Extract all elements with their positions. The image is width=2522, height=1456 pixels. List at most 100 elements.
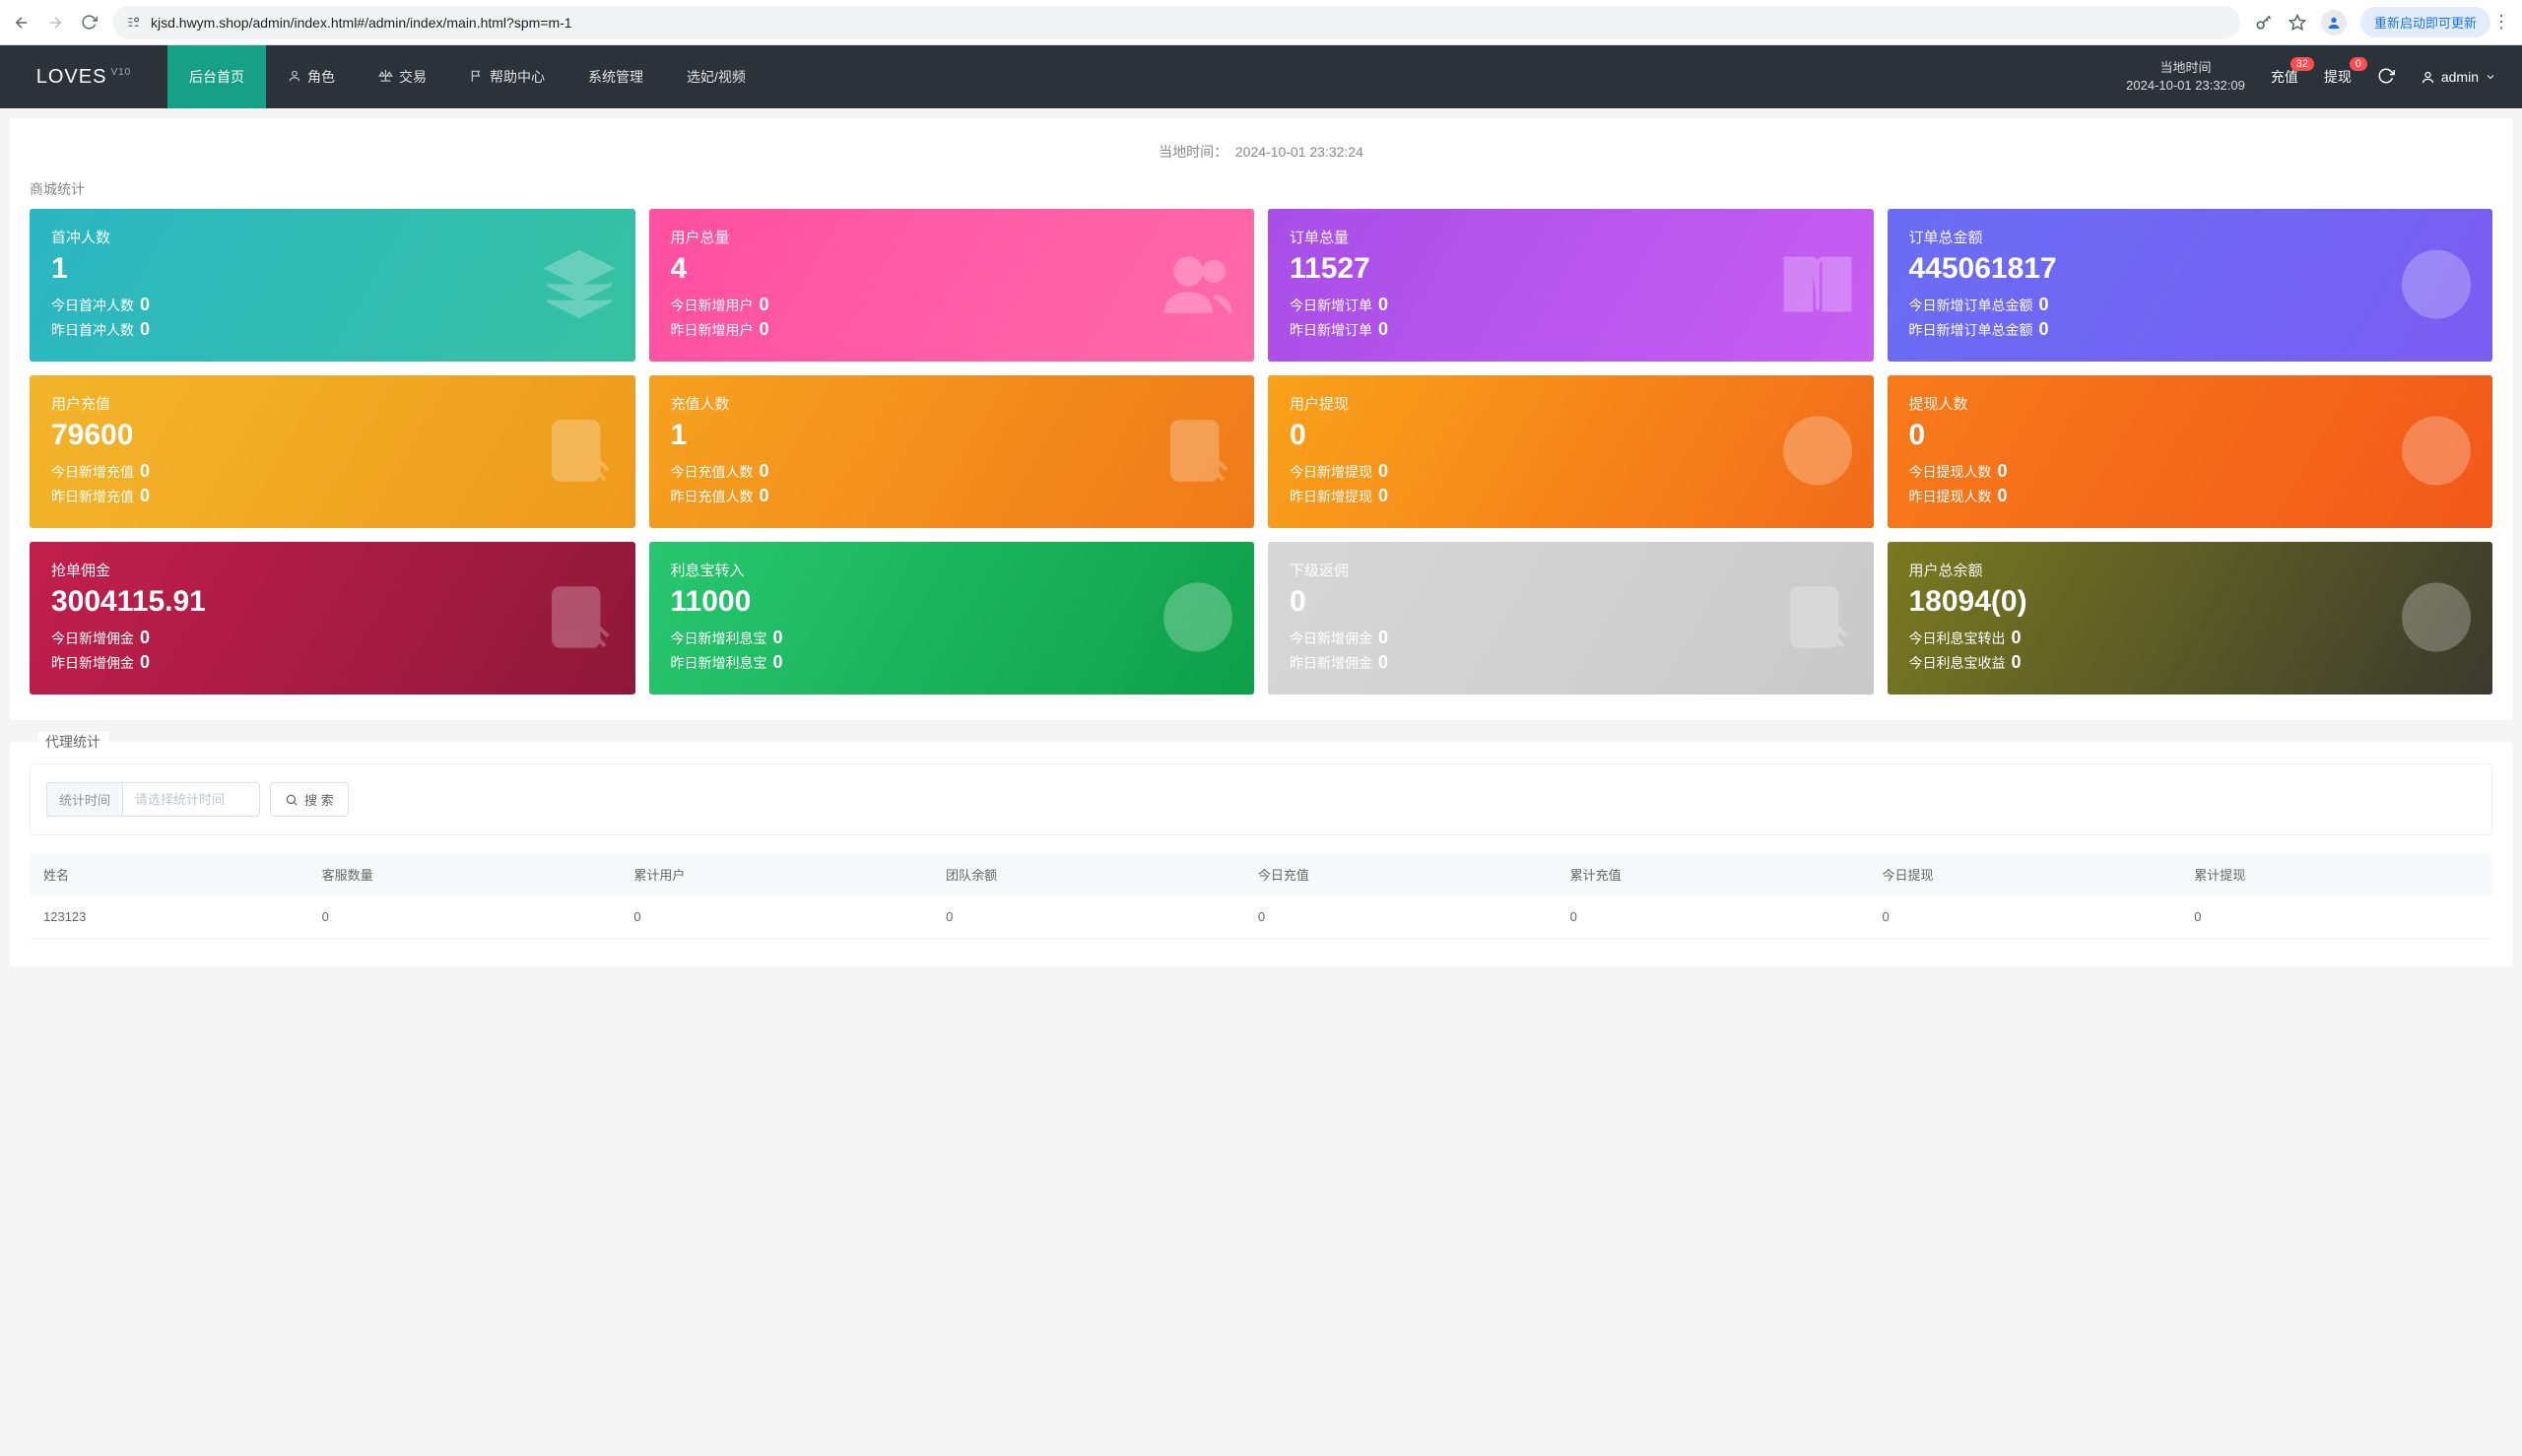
users-icon (1160, 245, 1236, 325)
card-value: 4 (671, 251, 1233, 287)
card-value: 1 (671, 418, 1233, 453)
nav-trade[interactable]: 交易 (357, 45, 448, 108)
back-button[interactable] (12, 13, 32, 33)
card-title: 首冲人数 (51, 227, 614, 247)
card-value: 1 (51, 251, 614, 287)
withdraw-badge: 0 (2350, 57, 2367, 71)
filter-label: 统计时间 (46, 782, 122, 817)
card-value: 0 (1290, 418, 1852, 453)
table-header: 累计用户 (620, 853, 932, 895)
browser-update-button[interactable]: 重新启动即可更新 (2360, 7, 2490, 37)
agent-panel: 代理统计 统计时间 搜 索 姓名客服数量累计用户团队余额今日充值累计充值今日提现… (10, 742, 2512, 966)
nav-withdraw[interactable]: 提现 0 (2324, 67, 2352, 87)
card-yesterday: 昨日新增订单总金额 0 (1909, 319, 2472, 340)
card-title: 用户总余额 (1909, 560, 2472, 580)
stat-card: 用户提现0今日新增提现 0昨日新增提现 0 (1268, 375, 1874, 528)
bookmark-star-icon[interactable] (2288, 13, 2307, 33)
nav-home[interactable]: 后台首页 (167, 45, 266, 108)
card-yesterday: 昨日新增利息宝 0 (671, 652, 1233, 673)
card-value: 445061817 (1909, 251, 2472, 287)
card-today: 今日新增订单 0 (1290, 295, 1852, 315)
table-cell: 0 (1244, 895, 1557, 939)
nav-refresh[interactable] (2377, 67, 2395, 88)
table-header: 客服数量 (308, 853, 621, 895)
local-time: 当地时间 2024-10-01 23:32:09 (2126, 59, 2245, 95)
nav-video[interactable]: 选妃/视频 (665, 45, 767, 108)
stat-card: 订单总量11527今日新增订单 0昨日新增订单 0 (1268, 209, 1874, 362)
nav-roles[interactable]: 角色 (266, 45, 357, 108)
user-menu[interactable]: admin (2421, 69, 2496, 85)
card-yesterday: 今日利息宝收益 0 (1909, 652, 2472, 673)
card-yesterday: 昨日充值人数 0 (671, 486, 1233, 506)
card-value: 11527 (1290, 251, 1852, 287)
nav-system[interactable]: 系统管理 (566, 45, 665, 108)
card-value: 0 (1290, 584, 1852, 620)
nav-recharge[interactable]: 充值 32 (2271, 67, 2298, 87)
stat-card: 下级返佣 0 今日新增佣金 0 昨日新增佣金 0 (1268, 542, 1874, 695)
card-value: 18094(0) (1909, 584, 2472, 620)
chrome-menu-icon[interactable]: ⋮ (2492, 12, 2510, 33)
card-yesterday: 昨日新增充值 0 (51, 486, 614, 506)
card-yesterday: 昨日新增佣金 0 (1290, 652, 1852, 673)
stat-card: 利息宝转入11000今日新增利息宝 0昨日新增利息宝 0 (649, 542, 1255, 695)
table-cell: 0 (1557, 895, 1869, 939)
table-cell: 123123 (30, 895, 308, 939)
table-cell: 0 (1868, 895, 2180, 939)
table-cell: 0 (308, 895, 621, 939)
recharge-badge: 32 (2290, 57, 2314, 71)
reload-button[interactable] (79, 13, 99, 33)
address-bar[interactable]: kjsd.hwym.shop/admin/index.html#/admin/i… (112, 6, 2240, 39)
book-icon (1779, 245, 1856, 325)
search-icon (285, 793, 299, 807)
table-cell: 0 (932, 895, 1244, 939)
table-cell: 0 (620, 895, 932, 939)
card-title: 下级返佣 (1290, 560, 1852, 580)
agent-table: 姓名客服数量累计用户团队余额今日充值累计充值今日提现累计提现 123123000… (30, 853, 2492, 939)
nav-help[interactable]: 帮助中心 (448, 45, 566, 108)
stats-panel: 当地时间： 2024-10-01 23:32:24 商城统计 首冲人数 1 今日首冲… (10, 118, 2512, 720)
table-header: 姓名 (30, 853, 308, 895)
card-value: 11000 (671, 584, 1233, 620)
stat-card: 用户总余额18094(0)今日利息宝转出 0今日利息宝收益 0 (1888, 542, 2493, 695)
password-key-icon[interactable] (2254, 13, 2274, 33)
stat-card: 订单总金额445061817今日新增订单总金额 0昨日新增订单总金额 0 (1888, 209, 2493, 362)
card-today: 今日新增提现 0 (1290, 461, 1852, 482)
layers-icon (541, 245, 618, 325)
url-text: kjsd.hwym.shop/admin/index.html#/admin/i… (151, 15, 572, 31)
doc-icon (541, 412, 618, 492)
table-row: 1231230000000 (30, 895, 2492, 939)
card-value: 3004115.91 (51, 584, 614, 620)
flag-icon (470, 69, 484, 86)
section-title: 商城统计 (30, 179, 2492, 199)
table-header: 累计充值 (1557, 853, 1869, 895)
stat-card: 用户总量4今日新增用户 0昨日新增用户 0 (649, 209, 1255, 362)
card-today: 今日新增佣金 0 (1290, 628, 1852, 648)
card-today: 今日新增充值 0 (51, 461, 614, 482)
yen-icon (2398, 245, 2475, 325)
user-icon (2421, 70, 2435, 85)
doc-icon (1160, 412, 1236, 492)
card-yesterday: 昨日新增提现 0 (1290, 486, 1852, 506)
stat-card: 用户充值79600今日新增充值 0昨日新增充值 0 (30, 375, 635, 528)
dollar-icon (1160, 578, 1236, 658)
search-button[interactable]: 搜 索 (270, 782, 349, 817)
page-time: 当地时间： 2024-10-01 23:32:24 (30, 142, 2492, 162)
stat-card: 首冲人数1今日首冲人数 0昨日首冲人数 0 (30, 209, 635, 362)
card-today: 今日提现人数 0 (1909, 461, 2472, 482)
stat-card: 抢单佣金3004115.91今日新增佣金 0昨日新增佣金 0 (30, 542, 635, 695)
doc-icon (541, 578, 618, 658)
table-header: 团队余额 (932, 853, 1244, 895)
table-header: 今日提现 (1868, 853, 2180, 895)
doc-icon (1779, 578, 1856, 658)
card-today: 今日首冲人数 0 (51, 295, 614, 315)
forward-button[interactable] (45, 13, 65, 33)
scale-icon (378, 68, 393, 86)
stat-time-input[interactable] (122, 782, 260, 817)
browser-chrome: kjsd.hwym.shop/admin/index.html#/admin/i… (0, 0, 2522, 45)
profile-icon[interactable] (2321, 10, 2347, 35)
chevron-down-icon (2485, 71, 2496, 83)
table-cell: 0 (2180, 895, 2492, 939)
agent-legend: 代理统计 (37, 732, 108, 752)
card-title: 利息宝转入 (671, 560, 1233, 580)
card-yesterday: 昨日新增订单 0 (1290, 319, 1852, 340)
